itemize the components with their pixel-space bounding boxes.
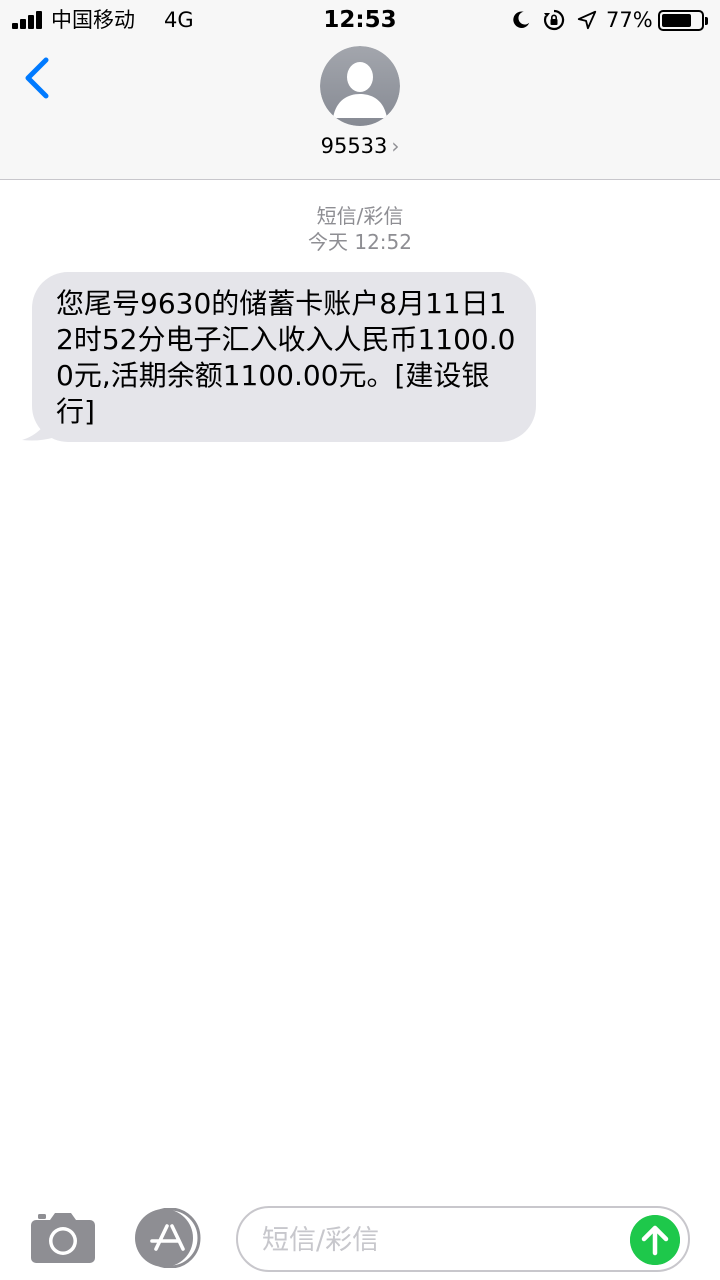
camera-icon[interactable] [30, 1210, 96, 1264]
battery-icon [658, 10, 708, 31]
do-not-disturb-moon-icon [513, 11, 530, 28]
messages-screen: 中国移动 4G 12:53 77% 95533 › 短信/彩信 今天 12:52… [0, 0, 720, 1280]
status-bar: 中国移动 4G 12:53 77% [0, 0, 720, 40]
battery-percent: 77% [606, 8, 653, 32]
incoming-message-bubble[interactable]: 您尾号9630的储蓄卡账户8月11日12时52分电子汇入收入人民币1100.00… [32, 272, 536, 442]
chevron-right-icon: › [391, 134, 400, 158]
contact-name-button[interactable]: 95533 › [0, 132, 720, 160]
message-input[interactable] [262, 1220, 622, 1260]
app-store-icon[interactable] [134, 1208, 204, 1268]
message-list-item[interactable]: 您尾号9630的储蓄卡账户8月11日12时52分电子汇入收入人民币1100.00… [20, 272, 540, 444]
send-arrow-icon[interactable] [630, 1215, 680, 1265]
rotation-lock-icon [543, 9, 565, 31]
message-timestamp: 今天 12:52 [308, 230, 412, 254]
location-arrow-icon [577, 10, 597, 30]
contact-avatar[interactable] [320, 46, 400, 126]
contact-name: 95533 [320, 134, 388, 158]
message-input-field[interactable] [236, 1206, 690, 1272]
service-label: 短信/彩信 [316, 204, 404, 228]
back-chevron-icon[interactable] [18, 54, 58, 102]
conversation-header: 中国移动 4G 12:53 77% 95533 › [0, 0, 720, 180]
